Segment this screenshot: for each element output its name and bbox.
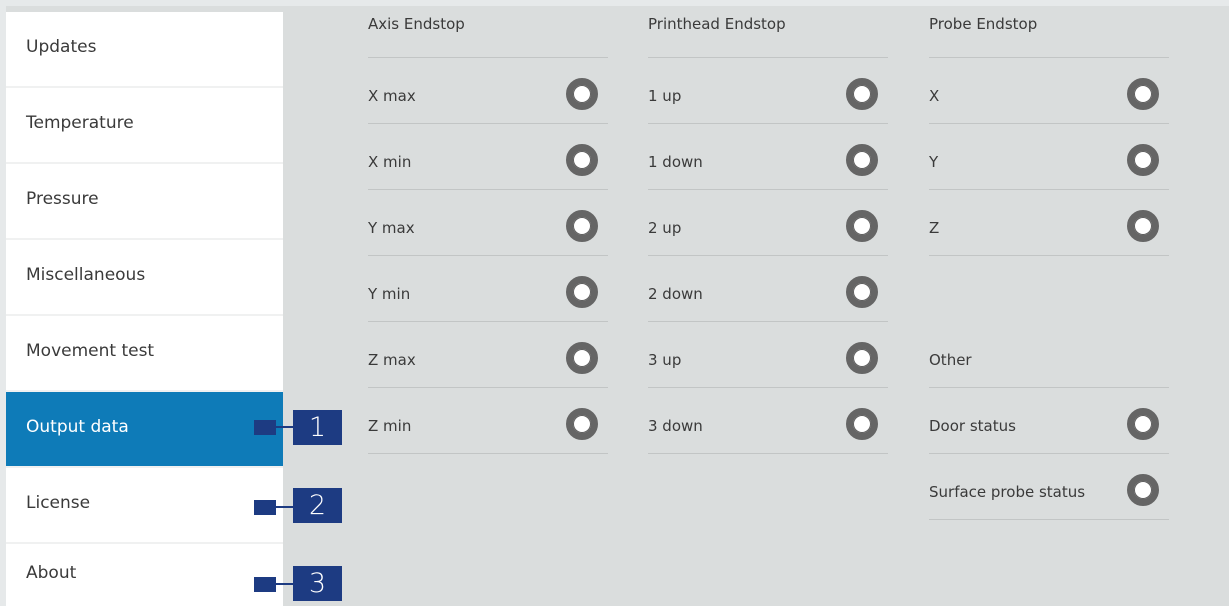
- status-indicator-icon: [846, 144, 878, 176]
- printhead-3-down-label: 3 down: [648, 417, 703, 435]
- divider: [929, 519, 1169, 520]
- status-indicator-icon: [846, 78, 878, 110]
- divider: [648, 453, 888, 454]
- status-indicator-icon: [846, 210, 878, 242]
- divider: [368, 123, 608, 124]
- probe-z-label: Z: [929, 219, 940, 237]
- divider: [929, 453, 1169, 454]
- axis-x-min-label: X min: [368, 153, 412, 171]
- divider: [648, 321, 888, 322]
- sidebar-item-label: License: [26, 493, 91, 513]
- divider: [368, 57, 608, 58]
- divider: [368, 387, 608, 388]
- sidebar-item-temperature[interactable]: Temperature: [6, 88, 283, 162]
- divider: [648, 387, 888, 388]
- status-indicator-icon: [1127, 144, 1159, 176]
- status-indicator-icon: [566, 342, 598, 374]
- printhead-2-down-label: 2 down: [648, 285, 703, 303]
- status-indicator-icon: [1127, 474, 1159, 506]
- printhead-1-down-label: 1 down: [648, 153, 703, 171]
- callout-number-2: 2: [293, 488, 342, 523]
- sidebar-item-label: Output data: [26, 417, 129, 437]
- axis-x-max-label: X max: [368, 87, 416, 105]
- callout-number-1: 1: [293, 410, 342, 445]
- axis-z-max-label: Z max: [368, 351, 416, 369]
- divider: [929, 57, 1169, 58]
- callout-line-1: [274, 426, 294, 428]
- printhead-1-up-label: 1 up: [648, 87, 682, 105]
- status-indicator-icon: [846, 276, 878, 308]
- sidebar-item-updates[interactable]: Updates: [6, 12, 283, 86]
- divider: [368, 189, 608, 190]
- sidebar-item-miscellaneous[interactable]: Miscellaneous: [6, 240, 283, 314]
- status-indicator-icon: [1127, 210, 1159, 242]
- axis-y-min-label: Y min: [368, 285, 411, 303]
- other-header: Other: [929, 351, 972, 369]
- sidebar-item-label: Updates: [26, 37, 97, 57]
- status-indicator-icon: [846, 342, 878, 374]
- sidebar: Updates Temperature Pressure Miscellaneo…: [6, 12, 283, 606]
- callout-marker-1: [254, 420, 276, 435]
- status-indicator-icon: [566, 144, 598, 176]
- divider: [929, 189, 1169, 190]
- sidebar-item-about[interactable]: About: [6, 544, 283, 606]
- divider: [368, 255, 608, 256]
- status-indicator-icon: [566, 408, 598, 440]
- callout-number-3: 3: [293, 566, 342, 601]
- status-indicator-icon: [1127, 78, 1159, 110]
- sidebar-item-movement-test[interactable]: Movement test: [6, 316, 283, 390]
- callout-marker-2: [254, 500, 276, 515]
- divider: [929, 387, 1169, 388]
- sidebar-item-label: Pressure: [26, 189, 99, 209]
- status-indicator-icon: [566, 78, 598, 110]
- divider: [929, 123, 1169, 124]
- divider: [929, 255, 1169, 256]
- sidebar-item-label: Temperature: [26, 113, 134, 133]
- divider: [648, 123, 888, 124]
- divider: [368, 321, 608, 322]
- printhead-endstop-header: Printhead Endstop: [648, 15, 786, 33]
- axis-y-max-label: Y max: [368, 219, 415, 237]
- probe-endstop-header: Probe Endstop: [929, 15, 1038, 33]
- callout-line-2: [274, 506, 294, 508]
- surface-probe-status-label: Surface probe status: [929, 483, 1086, 501]
- sidebar-item-label: About: [26, 563, 77, 583]
- callout-marker-3: [254, 577, 276, 592]
- status-indicator-icon: [566, 210, 598, 242]
- status-indicator-icon: [1127, 408, 1159, 440]
- sidebar-item-label: Miscellaneous: [26, 265, 146, 285]
- sidebar-item-label: Movement test: [26, 341, 155, 361]
- callout-line-3: [274, 583, 294, 585]
- sidebar-item-pressure[interactable]: Pressure: [6, 164, 283, 238]
- axis-endstop-header: Axis Endstop: [368, 15, 465, 33]
- sidebar-item-output-data[interactable]: Output data: [6, 392, 283, 466]
- divider: [648, 255, 888, 256]
- divider: [368, 453, 608, 454]
- divider: [648, 57, 888, 58]
- sidebar-item-license[interactable]: License: [6, 468, 283, 542]
- door-status-label: Door status: [929, 417, 1016, 435]
- divider: [648, 189, 888, 190]
- printhead-3-up-label: 3 up: [648, 351, 682, 369]
- axis-z-min-label: Z min: [368, 417, 412, 435]
- probe-y-label: Y: [929, 153, 939, 171]
- app-window: Updates Temperature Pressure Miscellaneo…: [6, 6, 1229, 606]
- status-indicator-icon: [566, 276, 598, 308]
- printhead-2-up-label: 2 up: [648, 219, 682, 237]
- probe-x-label: X: [929, 87, 940, 105]
- status-indicator-icon: [846, 408, 878, 440]
